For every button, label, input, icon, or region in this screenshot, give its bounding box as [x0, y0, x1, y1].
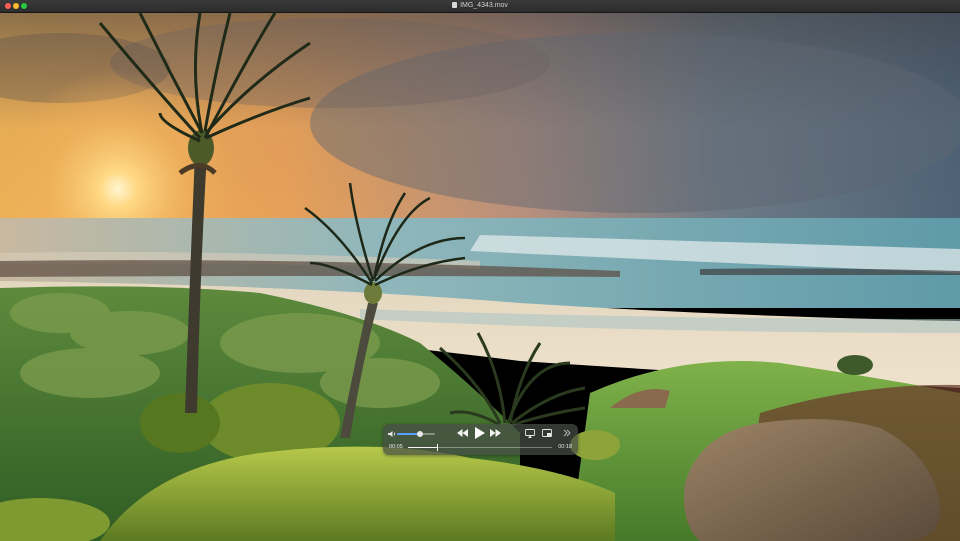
volume-slider[interactable]: [397, 431, 435, 437]
window-title-area: IMG_4343.mov: [0, 0, 960, 12]
remaining-time: 00:18: [558, 444, 572, 450]
window-title: IMG_4343.mov: [460, 2, 508, 9]
airplay-icon[interactable]: [525, 429, 535, 438]
elapsed-time: 00:05: [389, 444, 403, 450]
speaker-icon[interactable]: [388, 430, 397, 438]
chevron-right-icon[interactable]: [563, 429, 571, 437]
video-frame[interactable]: [0, 13, 960, 541]
movie-file-icon: [452, 2, 458, 8]
playback-controls[interactable]: 00:05 00:18: [383, 424, 578, 455]
playhead[interactable]: [436, 444, 438, 451]
quicktime-window: IMG_4343.mov 00:05 00:18: [0, 0, 960, 541]
scrubber-bar[interactable]: [408, 444, 552, 451]
volume-knob[interactable]: [416, 431, 423, 437]
rewind-icon[interactable]: [457, 429, 468, 437]
play-icon[interactable]: [474, 427, 485, 439]
distant-shrub: [837, 355, 873, 375]
scrubber-progress: [408, 447, 437, 448]
title-bar[interactable]: IMG_4343.mov: [0, 0, 960, 13]
picture-in-picture-icon[interactable]: [542, 429, 552, 438]
video-scene: [0, 13, 960, 541]
fast-forward-icon[interactable]: [490, 429, 501, 437]
